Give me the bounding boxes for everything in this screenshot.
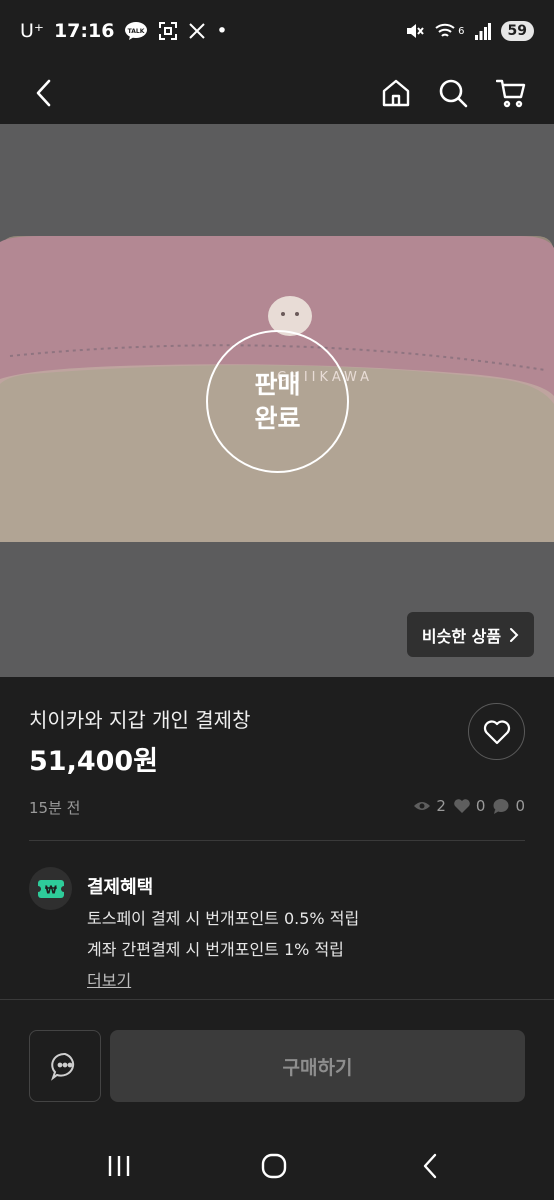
- chat-bubble-icon: [493, 799, 509, 814]
- more-link[interactable]: 더보기: [87, 967, 131, 991]
- notification-dot: •: [216, 20, 228, 42]
- cart-icon: [496, 79, 526, 108]
- likes-stat: 0: [453, 797, 486, 815]
- chats-count: 0: [515, 797, 525, 815]
- views-count: 2: [436, 797, 446, 815]
- product-stats: 2 0 0: [413, 797, 525, 815]
- sold-out-line2: 완료: [254, 403, 301, 433]
- sold-out-line1: 판매: [254, 369, 301, 399]
- benefit-account: 계좌 간편결제 시 번개포인트 1% 적립: [87, 940, 344, 959]
- chats-stat: 0: [492, 797, 525, 815]
- status-bar: U⁺ 17:16 TALK • 6 59: [0, 0, 554, 62]
- recent-apps-icon: [108, 1156, 130, 1176]
- posted-time: 15분 전: [29, 799, 81, 817]
- chevron-left-icon: [423, 1153, 437, 1179]
- views-stat: 2: [413, 797, 446, 815]
- battery-indicator: 59: [500, 21, 534, 41]
- divider: [29, 840, 525, 841]
- search-icon: [439, 79, 468, 108]
- product-image[interactable]: CHIIKAWA 판매 완료 비슷한 상품: [0, 124, 554, 677]
- benefit-toss: 토스페이 결제 시 번개포인트 0.5% 적립: [87, 909, 360, 928]
- svg-text:TALK: TALK: [128, 28, 145, 35]
- search-button[interactable]: [431, 71, 475, 115]
- back-button[interactable]: [22, 71, 66, 115]
- bottom-action-bar: 구매하기: [0, 1000, 554, 1120]
- payment-benefit-icon: ₩: [29, 867, 72, 910]
- chat-button[interactable]: [29, 1030, 101, 1102]
- cart-button[interactable]: [489, 71, 533, 115]
- top-nav: [0, 62, 554, 124]
- home-system-button[interactable]: [254, 1146, 294, 1186]
- mute-icon: [404, 21, 424, 41]
- chevron-right-icon: [510, 627, 519, 642]
- benefit-title: 결제혜택: [87, 877, 154, 898]
- similar-products-button[interactable]: 비슷한 상품: [407, 612, 534, 657]
- eye-icon: [414, 802, 431, 810]
- x-icon: [188, 22, 206, 40]
- back-arrow-icon: [36, 79, 51, 107]
- carrier-label: U⁺: [20, 20, 44, 42]
- signal-icon: [474, 22, 491, 40]
- product-price: 51,400원: [29, 746, 159, 777]
- won-sign: ₩: [44, 883, 56, 896]
- sold-out-badge: 판매 완료: [206, 330, 349, 473]
- kakaotalk-icon: TALK: [124, 21, 148, 41]
- home-circle-icon: [261, 1153, 287, 1179]
- like-button[interactable]: [468, 703, 525, 760]
- system-nav-bar: [0, 1130, 554, 1200]
- heart-filled-icon: [454, 799, 470, 813]
- wifi-icon: 6: [434, 21, 465, 41]
- heart-icon: [483, 719, 510, 744]
- likes-count: 0: [475, 797, 486, 815]
- recent-apps-button[interactable]: [99, 1146, 139, 1186]
- home-icon: [382, 79, 410, 107]
- back-system-button[interactable]: [410, 1146, 450, 1186]
- clock: 17:16: [53, 20, 115, 42]
- buy-button[interactable]: 구매하기: [110, 1030, 525, 1102]
- screenshot-icon: [158, 21, 178, 41]
- similar-products-label: 비슷한 상품: [421, 626, 502, 646]
- product-title: 치이카와 지갑 개인 결제창: [29, 708, 251, 732]
- chat-icon: [51, 1052, 75, 1081]
- home-button[interactable]: [374, 71, 418, 115]
- network-superscript: 6: [458, 25, 465, 37]
